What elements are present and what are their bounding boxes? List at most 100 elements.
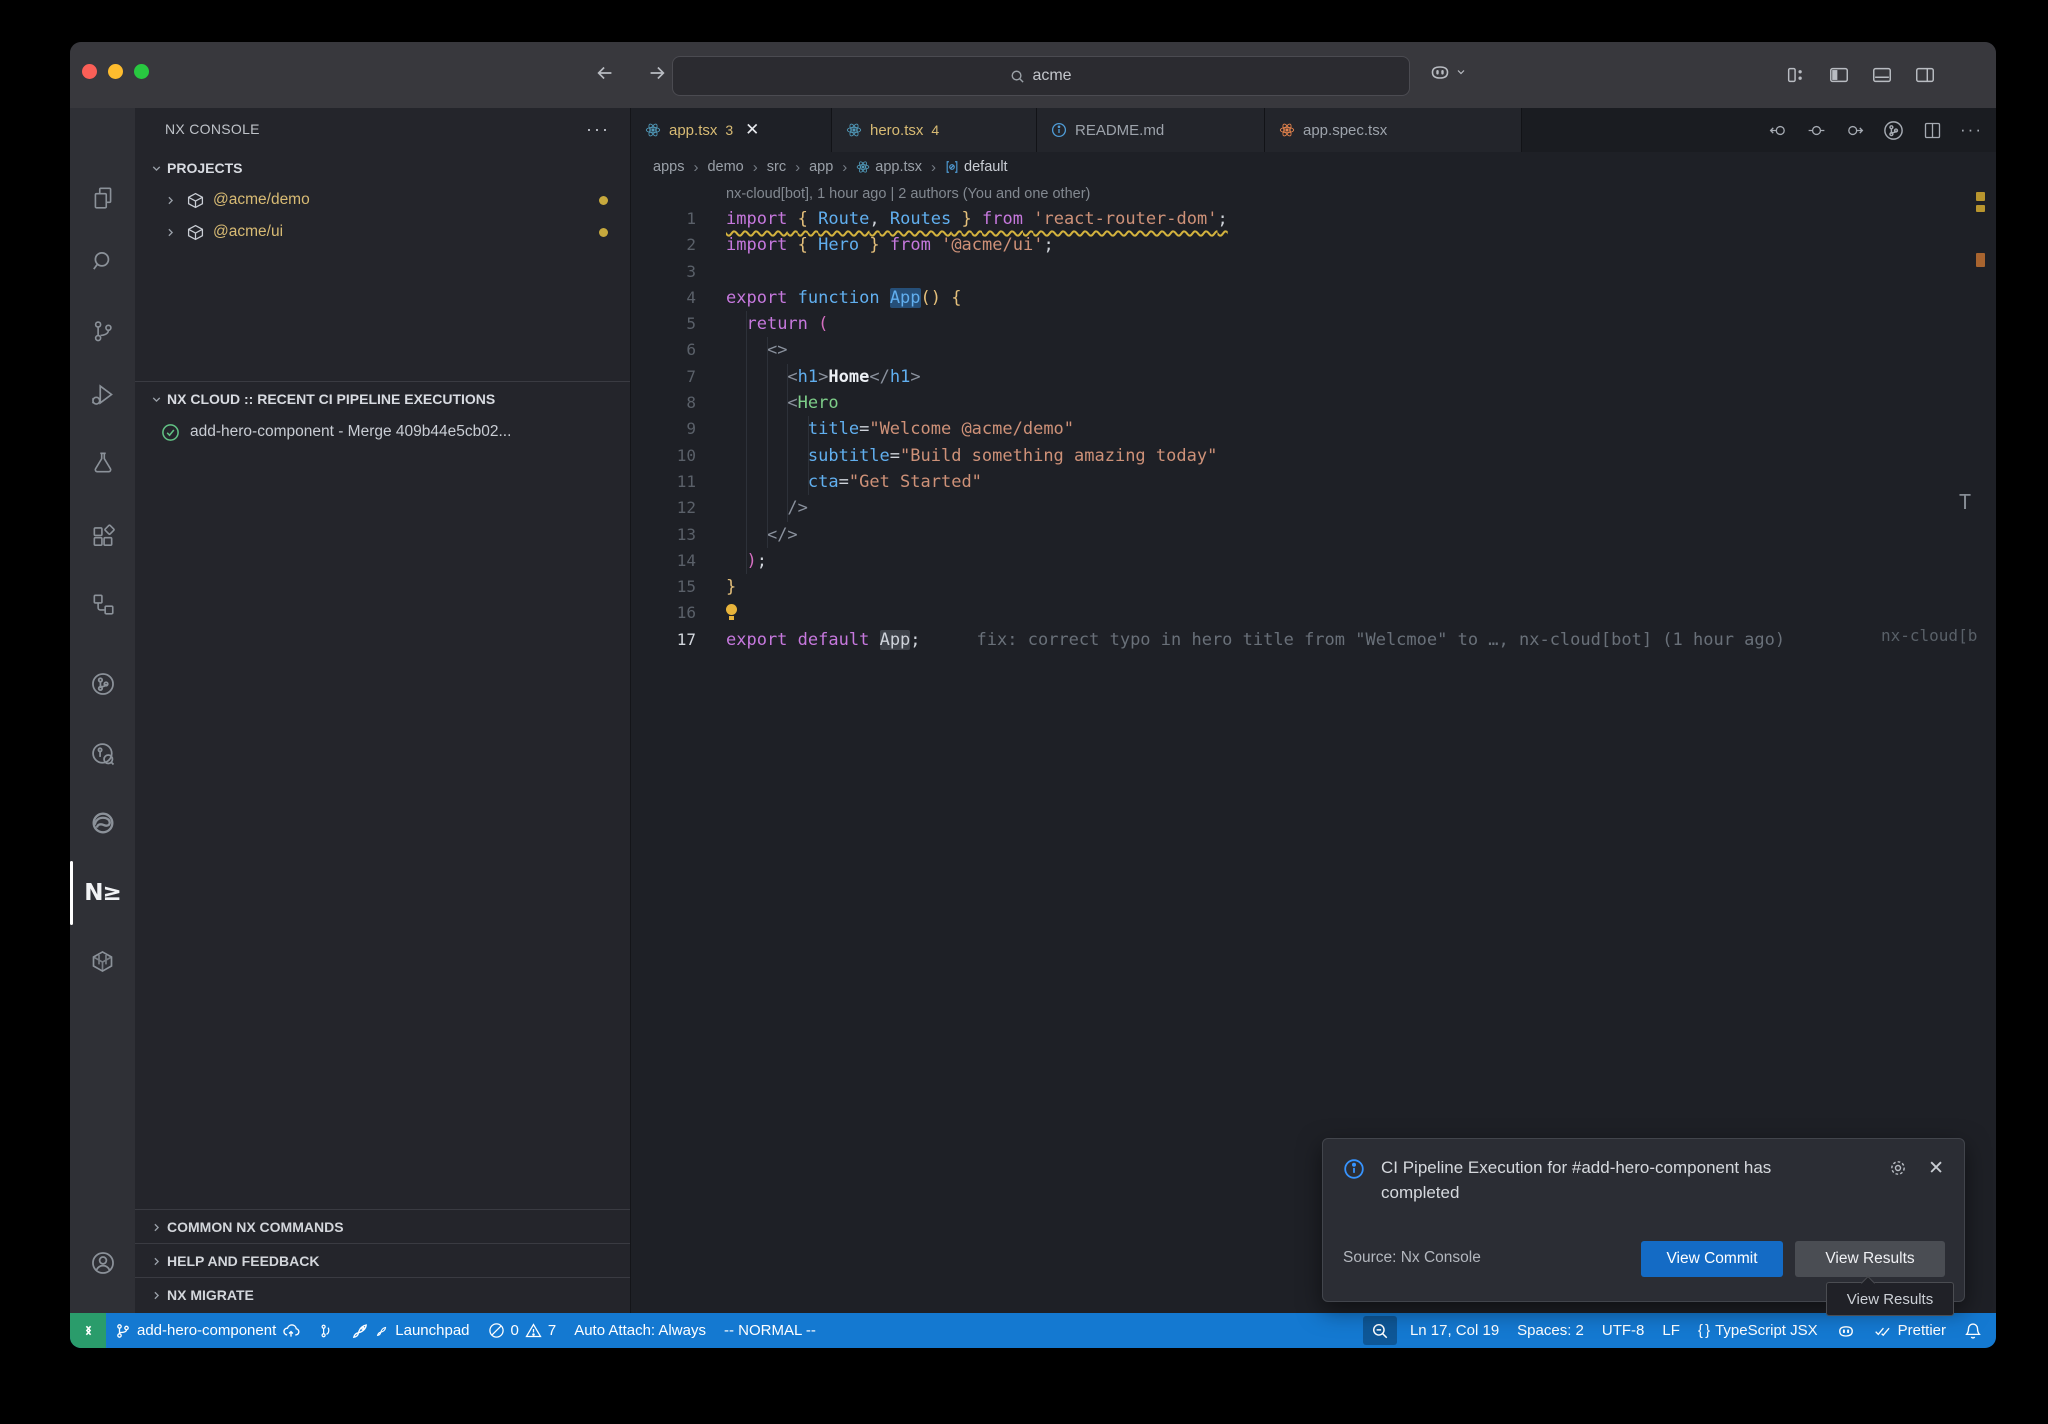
source-control-icon[interactable] [70,306,135,356]
breadcrumb-item[interactable]: apps [653,159,684,175]
references-icon[interactable] [70,579,135,629]
quick-fix-lightbulb-icon[interactable] [726,604,737,620]
gitlens-icon[interactable] [70,659,135,709]
launchpad-status-item[interactable]: Launchpad [342,1313,478,1348]
gitlens-inspect-icon[interactable] [70,729,135,779]
formatter-status-item[interactable]: Prettier [1865,1313,1955,1348]
code-line[interactable]: 7 <h1>Home</h1> [631,364,1996,390]
code-line[interactable]: 14 ); [631,548,1996,574]
tab-readme-md[interactable]: README.md [1037,108,1265,152]
code-line[interactable]: 8 <Hero [631,390,1996,416]
next-change-icon[interactable] [1844,120,1865,141]
project-item-acme-ui[interactable]: @acme/ui [135,216,630,248]
toggle-primary-sidebar-icon[interactable] [1826,60,1852,90]
breadcrumb-item[interactable]: app [809,159,833,175]
encoding-status-item[interactable]: UTF-8 [1593,1313,1654,1348]
toggle-secondary-sidebar-icon[interactable] [1912,60,1938,90]
auto-attach-status-item[interactable]: Auto Attach: Always [565,1313,715,1348]
code-line[interactable]: 15} [631,574,1996,600]
view-results-button[interactable]: View Results [1795,1241,1945,1277]
code-line[interactable]: 2import { Hero } from '@acme/ui'; [631,232,1996,258]
code-editor[interactable]: nx-cloud[bot], 1 hour ago | 2 authors (Y… [631,182,1996,653]
code-line[interactable]: 10 subtitle="Build something amazing tod… [631,443,1996,469]
split-editor-icon[interactable] [1922,120,1943,141]
view-commit-button[interactable]: View Commit [1641,1241,1783,1277]
project-item-acme-demo[interactable]: @acme/demo [135,184,630,216]
customize-layout-icon[interactable] [1783,60,1809,90]
line-number: 3 [631,259,696,285]
projects-section-header[interactable]: PROJECTS [135,152,630,184]
indent-guide [808,416,809,495]
notification-message: CI Pipeline Execution for #add-hero-comp… [1381,1155,1826,1205]
tab-hero-tsx[interactable]: hero.tsx 4 [832,108,1037,152]
close-tab-icon[interactable]: ✕ [745,120,759,140]
breadcrumb-item[interactable]: app.tsx [856,159,922,175]
indent-guide [767,337,768,548]
explorer-icon[interactable] [70,173,135,223]
code-line[interactable]: 12 /> [631,495,1996,521]
vscode-window: acme [70,42,1996,1348]
code-line[interactable]: 5 return ( [631,311,1996,337]
code-line[interactable]: 17export default App;fix: correct typo i… [631,627,1996,653]
breadcrumb-item[interactable]: default [945,159,1008,175]
remote-indicator[interactable] [70,1313,106,1348]
eol-status-item[interactable]: LF [1653,1313,1689,1348]
tab-app-tsx[interactable]: app.tsx 3 ✕ [631,108,832,152]
tab-app-spec-tsx[interactable]: app.spec.tsx [1265,108,1522,152]
nx-cloud-section-header[interactable]: NX CLOUD :: RECENT CI PIPELINE EXECUTION… [135,383,630,415]
copilot-status-item[interactable] [1827,1313,1865,1348]
code-line[interactable]: 3 [631,259,1996,285]
extensions-icon[interactable] [70,511,135,561]
more-actions-icon[interactable]: ··· [1960,120,1983,140]
section-help-and-feedback[interactable]: HELP AND FEEDBACK [135,1243,630,1278]
indentation-status-item[interactable]: Spaces: 2 [1508,1313,1593,1348]
search-view-icon[interactable] [70,236,135,286]
close-window-button[interactable] [82,64,97,79]
code-line[interactable]: 1import { Route, Routes } from 'react-ro… [631,206,1996,232]
nx-console-icon[interactable]: N≥ [70,868,135,918]
copilot-menu[interactable] [1428,60,1467,84]
testing-icon[interactable] [70,438,135,488]
minimize-window-button[interactable] [108,64,123,79]
code-line[interactable]: 13 </> [631,522,1996,548]
editor-group: app.tsx 3 ✕ hero.tsx 4 README.md [630,108,1996,1313]
nx-cloud-status-item[interactable] [309,1313,342,1348]
branch-status-item[interactable]: add-hero-component [106,1313,309,1348]
section-common-nx-commands[interactable]: COMMON NX COMMANDS [135,1209,630,1244]
code-line[interactable]: 6 <> [631,337,1996,363]
prev-change-icon[interactable] [1768,120,1789,141]
code-line[interactable]: 11 cta="Get Started" [631,469,1996,495]
command-center-search[interactable]: acme [672,56,1410,96]
pipeline-execution-item[interactable]: add-hero-component - Merge 409b44e5cb02.… [135,415,630,449]
containers-icon[interactable] [70,936,135,986]
section-nx-migrate[interactable]: NX MIGRATE [135,1277,630,1312]
problems-badge: 4 [931,122,939,138]
more-actions-icon[interactable]: ··· [584,116,612,142]
breadcrumb-item[interactable]: src [767,159,786,175]
language-mode-status-item[interactable]: { } TypeScript JSX [1689,1313,1827,1348]
zoom-out-status-item[interactable] [1363,1316,1397,1345]
gitlens-graph-icon[interactable] [1882,119,1905,142]
notifications-bell-icon[interactable] [1955,1313,1996,1348]
toggle-panel-icon[interactable] [1869,60,1895,90]
line-number: 10 [631,443,696,469]
close-icon[interactable]: ✕ [1928,1157,1944,1180]
zoom-window-button[interactable] [134,64,149,79]
current-change-icon[interactable] [1806,120,1827,141]
gear-icon[interactable] [1888,1158,1908,1178]
edge-browser-icon[interactable] [70,798,135,848]
cursor-position-status-item[interactable]: Ln 17, Col 19 [1401,1313,1508,1348]
history-back-button[interactable] [590,58,620,88]
history-forward-button[interactable] [642,58,672,88]
vim-mode-status-item[interactable]: -- NORMAL -- [715,1313,825,1348]
run-and-debug-icon[interactable] [70,369,135,419]
account-icon[interactable] [70,1238,135,1288]
breadcrumb-item[interactable]: demo [707,159,743,175]
code-line[interactable]: 9 title="Welcome @acme/demo" [631,416,1996,442]
chevron-right-icon [161,226,179,239]
code-line[interactable]: 4export function App() { [631,285,1996,311]
code-line[interactable]: 16 [631,600,1996,626]
section-divider [135,381,630,382]
problems-status-item[interactable]: 0 7 [479,1313,566,1348]
copilot-icon [1836,1321,1856,1341]
